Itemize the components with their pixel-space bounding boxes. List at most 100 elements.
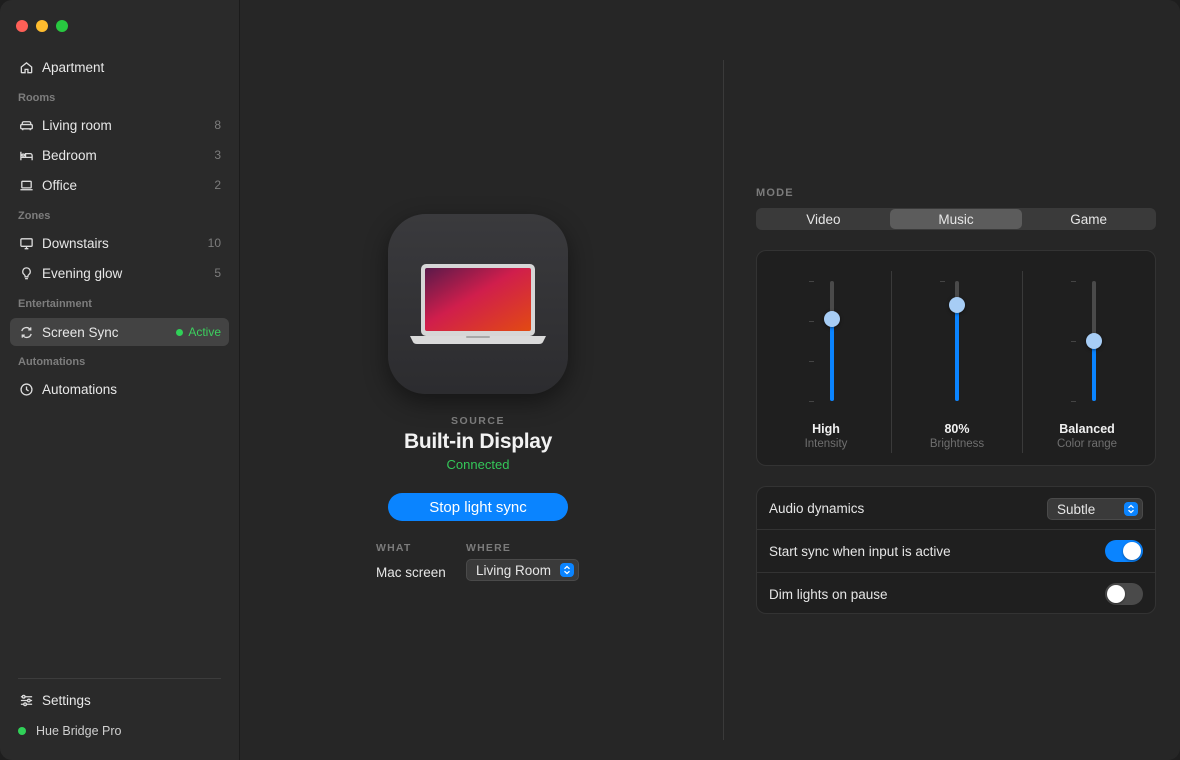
intensity-slider-fill (830, 319, 834, 401)
sidebar-item-label: Office (42, 177, 78, 193)
item-count: 10 (207, 236, 221, 250)
bridge-name: Hue Bridge Pro (36, 724, 122, 738)
brightness-label: Brightness (929, 438, 985, 450)
tick-mark (1071, 401, 1076, 402)
tick-mark (809, 361, 814, 362)
audio-dynamics-select[interactable]: Subtle (1047, 498, 1143, 520)
bridge-status-dot (18, 727, 26, 735)
window-controls (16, 20, 68, 32)
intensity-slider-knob[interactable] (824, 311, 840, 328)
color-range-label: Color range (1056, 438, 1118, 450)
bed-icon (18, 147, 34, 163)
stop-light-sync-button[interactable]: Stop light sync (388, 493, 568, 521)
tick-mark (809, 321, 814, 322)
sidebar-item-living-room[interactable]: Living room 8 (10, 111, 229, 139)
sidebar: Apartment Rooms Living room 8 Bedroom 3 … (0, 0, 240, 760)
chevron-up-down-icon (560, 563, 574, 577)
audio-dynamics-label: Audio dynamics (769, 501, 865, 516)
what-value: Mac screen (376, 565, 446, 580)
sidebar-item-label: Automations (42, 381, 118, 397)
column-divider (723, 60, 724, 740)
laptop-icon (410, 264, 546, 344)
sidebar-item-label: Downstairs (42, 235, 109, 251)
sidebar-item-label: Settings (42, 692, 91, 708)
intensity-slider-track[interactable] (824, 281, 840, 401)
sidebar-item-office[interactable]: Office 2 (10, 171, 229, 199)
brightness-slider-track[interactable] (949, 281, 965, 401)
where-select-value: Living Room (476, 562, 552, 578)
item-count: 3 (214, 148, 221, 162)
status-dot (176, 328, 184, 336)
tick-mark (940, 281, 945, 282)
chevron-up-down-icon (1124, 502, 1138, 516)
start-sync-toggle[interactable] (1105, 540, 1143, 562)
zoom-window-button[interactable] (56, 20, 68, 32)
brightness-slider-knob[interactable] (949, 297, 965, 313)
sidebar-item-screen-sync[interactable]: Screen Sync Active (10, 318, 229, 346)
close-window-button[interactable] (16, 20, 28, 32)
source-status: Connected (446, 457, 510, 472)
section-zones: Zones (18, 210, 51, 222)
section-rooms: Rooms (18, 92, 56, 104)
tick-mark (1071, 341, 1076, 342)
color-range-slider-track[interactable] (1086, 281, 1102, 401)
sidebar-item-apartment[interactable]: Apartment (10, 53, 229, 81)
slider-card: High Intensity 80% Brightness Balanced C… (756, 250, 1156, 466)
where-label: WHERE (466, 542, 512, 554)
item-count: 8 (214, 118, 221, 132)
brightness-value: 80% (944, 422, 970, 436)
sofa-icon (18, 117, 34, 133)
mode-option-game[interactable]: Game (1022, 209, 1155, 229)
minimize-window-button[interactable] (36, 20, 48, 32)
bridge-status[interactable]: Hue Bridge Pro (18, 724, 121, 738)
mode-option-video[interactable]: Video (757, 209, 890, 229)
intensity-value: High (812, 422, 840, 436)
color-range-slider-fill (1092, 341, 1096, 401)
sync-settings-card: Audio dynamics Subtle Start sync when in… (756, 486, 1156, 614)
dim-lights-row: Dim lights on pause (757, 573, 1155, 616)
lightbulb-icon (18, 265, 34, 281)
tick-mark (809, 401, 814, 402)
sidebar-divider (18, 678, 221, 679)
house-icon (18, 59, 34, 75)
mode-segmented-control: Video Music Game (756, 208, 1156, 230)
mode-option-music[interactable]: Music (889, 209, 1023, 229)
what-label: WHAT (376, 542, 412, 554)
tick-mark (1071, 281, 1076, 282)
sidebar-item-label: Bedroom (42, 147, 97, 163)
source-title: Built-in Display (403, 430, 553, 453)
sidebar-item-evening-glow[interactable]: Evening glow 5 (10, 259, 229, 287)
intensity-label: Intensity (804, 438, 848, 450)
sidebar-item-settings[interactable]: Settings (10, 686, 229, 714)
laptop-icon (18, 177, 34, 193)
status-badge-label: Active (188, 325, 221, 339)
color-range-slider-knob[interactable] (1086, 333, 1102, 349)
sidebar-item-label: Screen Sync (42, 324, 119, 340)
sidebar-item-bedroom[interactable]: Bedroom 3 (10, 141, 229, 169)
start-sync-label: Start sync when input is active (769, 544, 951, 559)
audio-dynamics-value: Subtle (1057, 501, 1096, 517)
where-select[interactable]: Living Room (466, 559, 579, 581)
sliders-icon (18, 692, 34, 708)
audio-dynamics-row: Audio dynamics Subtle (757, 487, 1155, 530)
clock-icon (18, 381, 34, 397)
source-display-icon (388, 214, 568, 394)
dim-lights-label: Dim lights on pause (769, 587, 888, 602)
sidebar-item-label: Apartment (42, 59, 105, 75)
section-entertainment: Entertainment (18, 298, 92, 310)
sync-icon (18, 324, 34, 340)
sidebar-item-automations[interactable]: Automations (10, 375, 229, 403)
toggle-thumb (1107, 585, 1125, 603)
item-count: 2 (214, 178, 221, 192)
color-range-value: Balanced (1059, 422, 1115, 436)
app-window: Apartment Rooms Living room 8 Bedroom 3 … (0, 0, 1180, 760)
tick-mark (809, 281, 814, 282)
sidebar-item-downstairs[interactable]: Downstairs 10 (10, 229, 229, 257)
sidebar-item-label: Evening glow (42, 265, 123, 281)
section-automations: Automations (18, 356, 86, 368)
sidebar-item-label: Living room (42, 117, 112, 133)
item-count: 5 (214, 266, 221, 280)
dim-lights-toggle[interactable] (1105, 583, 1143, 605)
monitor-icon (18, 235, 34, 251)
start-sync-row: Start sync when input is active (757, 530, 1155, 573)
